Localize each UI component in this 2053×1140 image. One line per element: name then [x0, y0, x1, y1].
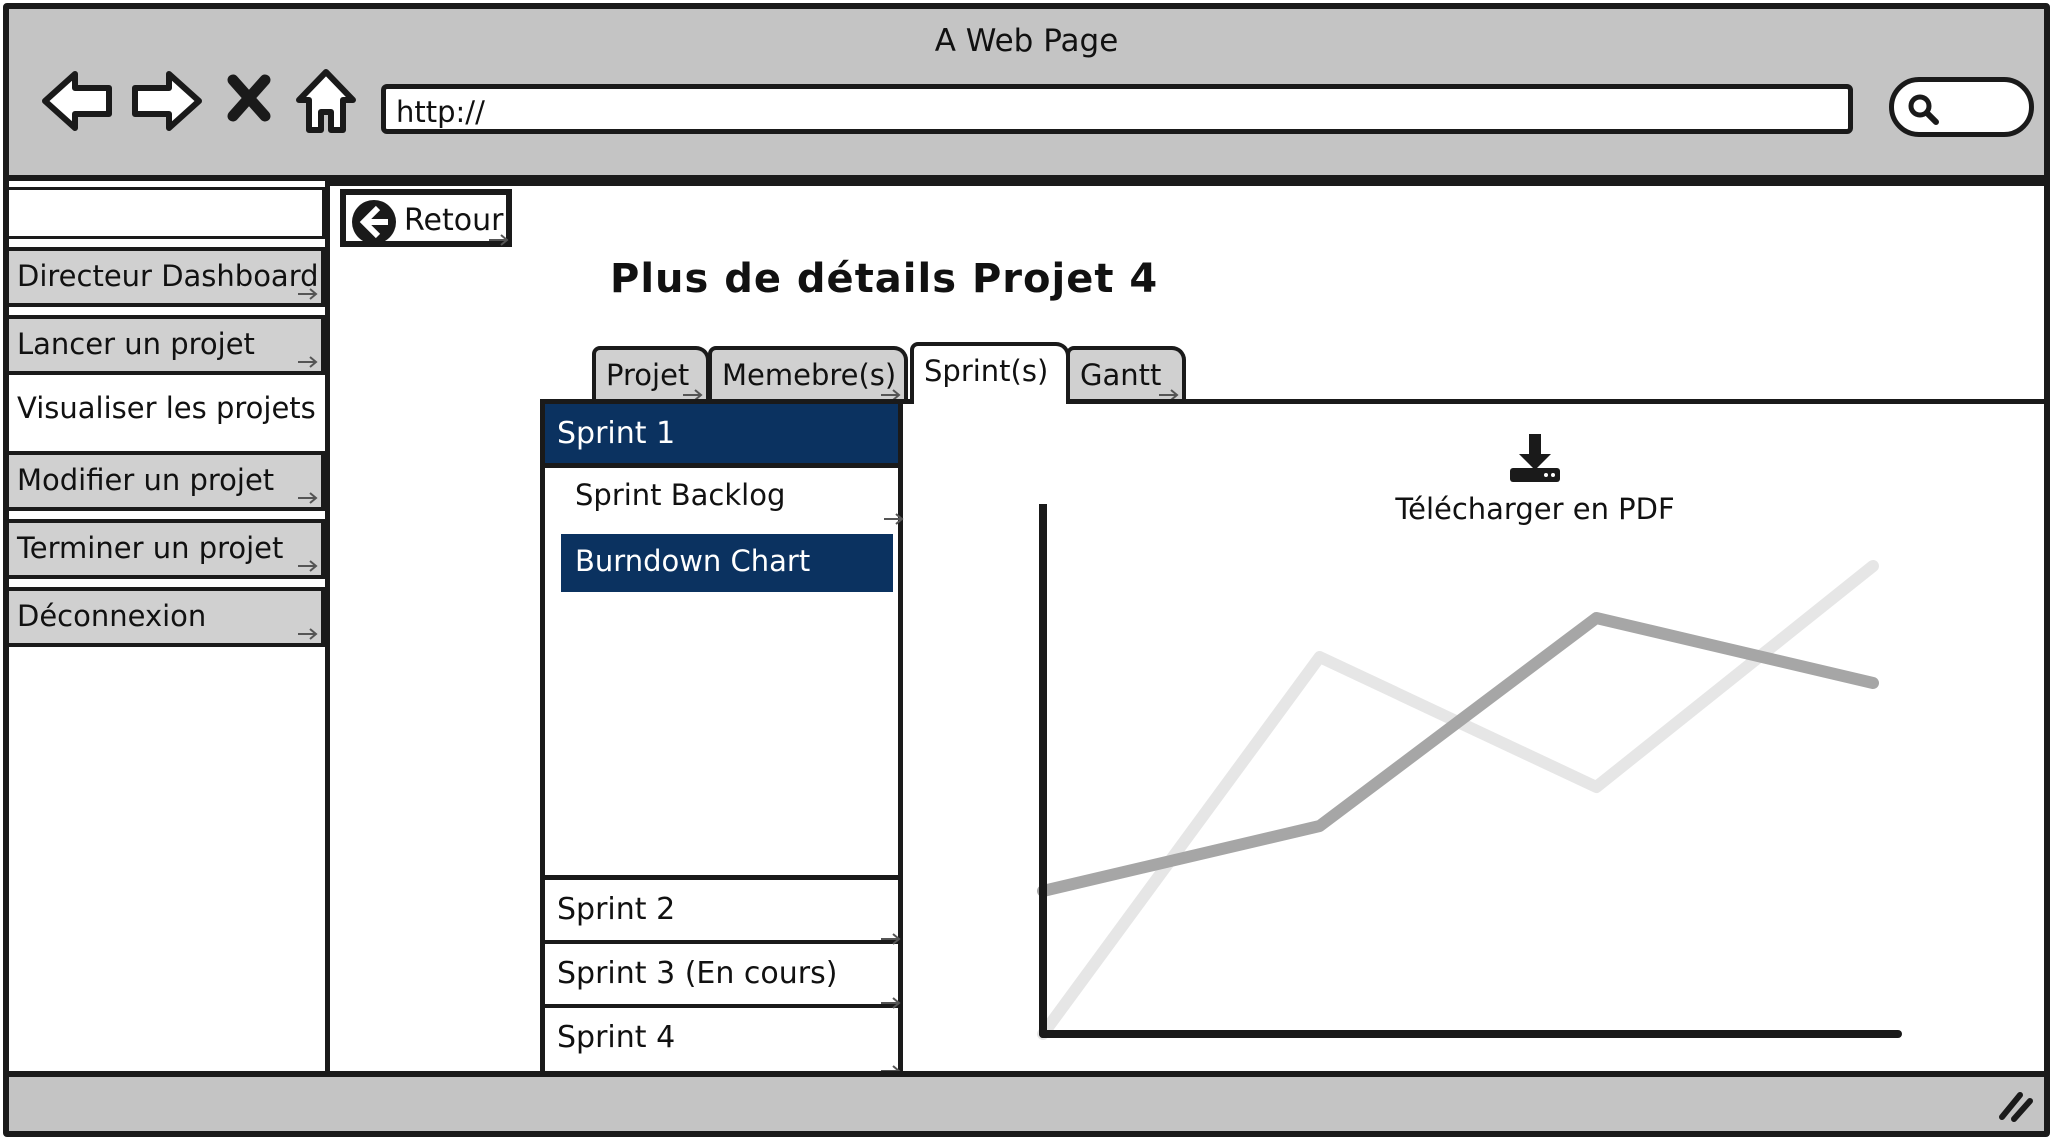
sprint-backlog-item[interactable]: Sprint Backlog [561, 468, 904, 526]
burndown-chart [1037, 504, 1902, 1040]
back-button[interactable]: Retour [340, 189, 512, 247]
home-icon[interactable] [291, 64, 371, 138]
sprint-header-2[interactable]: Sprint 2 [545, 880, 901, 945]
link-arrow-icon [298, 288, 318, 300]
link-arrow-icon [298, 356, 318, 368]
tab-label: Sprint(s) [924, 354, 1049, 388]
sub-item-label: Burndown Chart [575, 544, 811, 578]
sidebar-item-label: Modifier un projet [17, 463, 275, 497]
sidebar-item-deconnexion[interactable]: Déconnexion [9, 587, 325, 647]
sidebar-item-lancer-projet[interactable]: Lancer un projet [9, 315, 325, 375]
close-icon[interactable] [219, 64, 299, 138]
sidebar-item-directeur-dashboard[interactable]: Directeur Dashboard [9, 247, 325, 307]
tab-gantt[interactable]: Gantt [1066, 346, 1186, 402]
sidebar: Directeur Dashboard Lancer un projet Vis… [9, 181, 325, 647]
search-icon [1908, 94, 1939, 125]
sub-item-label: Sprint Backlog [575, 478, 786, 512]
resize-grip-icon[interactable] [1994, 1087, 2034, 1123]
sidebar-header [9, 187, 325, 239]
title-bar: A Web Page http:// [9, 9, 2044, 181]
search-field[interactable] [1889, 77, 2034, 137]
chart-series-line-1 [1037, 612, 1879, 897]
chart-series-line-2 [1037, 560, 1879, 1040]
status-bar [9, 1071, 2044, 1131]
sprints-panel: Sprint 1 Sprint Backlog Burndown Chart S… [540, 399, 2044, 1077]
sidebar-item-modifier-projet[interactable]: Modifier un projet [9, 451, 325, 511]
sprint-accordion: Sprint 1 Sprint Backlog Burndown Chart S… [545, 404, 904, 1077]
sidebar-item-visualiser-projets[interactable]: Visualiser les projets [9, 383, 325, 443]
sidebar-item-label: Déconnexion [17, 599, 207, 633]
forward-arrow-icon[interactable] [127, 64, 207, 138]
sprint-header-3[interactable]: Sprint 3 (En cours) [545, 944, 901, 1009]
tab-label: Projet [606, 358, 690, 392]
tab-label: Memebre(s) [722, 358, 897, 392]
sprint-header-4[interactable]: Sprint 4 [545, 1008, 901, 1077]
sprint-label: Sprint 3 (En cours) [557, 956, 838, 991]
tab-sprints[interactable]: Sprint(s) [910, 342, 1070, 404]
main-content: Retour Plus de détails Projet 4 Projet M… [325, 181, 2044, 1077]
back-circle-icon [352, 200, 396, 244]
window-title: A Web Page [934, 23, 1119, 59]
page-title: Plus de détails Projet 4 [610, 256, 1159, 302]
link-arrow-icon [298, 560, 318, 572]
download-icon [1510, 434, 1560, 482]
sprint-label: Sprint 2 [557, 892, 676, 927]
back-arrow-icon[interactable] [37, 64, 117, 138]
tab-projet[interactable]: Projet [592, 346, 710, 402]
browser-window: A Web Page http:// Directeur Dashboard L… [3, 3, 2050, 1137]
burndown-chart-item[interactable]: Burndown Chart [561, 534, 893, 592]
sprint-header-1[interactable]: Sprint 1 [545, 404, 898, 468]
sprint-label: Sprint 4 [557, 1020, 676, 1055]
sidebar-item-label: Visualiser les projets [17, 391, 316, 425]
url-field[interactable]: http:// [381, 84, 1853, 134]
sidebar-item-label: Terminer un projet [17, 531, 284, 565]
sprint-label: Sprint 1 [557, 416, 676, 451]
link-arrow-icon [298, 628, 318, 640]
tab-membres[interactable]: Memebre(s) [708, 346, 908, 402]
sidebar-item-terminer-projet[interactable]: Terminer un projet [9, 519, 325, 579]
sidebar-item-label: Directeur Dashboard [17, 259, 319, 293]
sprint-1-body: Sprint Backlog Burndown Chart [545, 468, 904, 880]
link-arrow-icon [489, 234, 509, 246]
link-arrow-icon [298, 492, 318, 504]
sidebar-item-label: Lancer un projet [17, 327, 255, 361]
link-arrow-icon [884, 513, 904, 525]
tab-label: Gantt [1080, 358, 1162, 392]
